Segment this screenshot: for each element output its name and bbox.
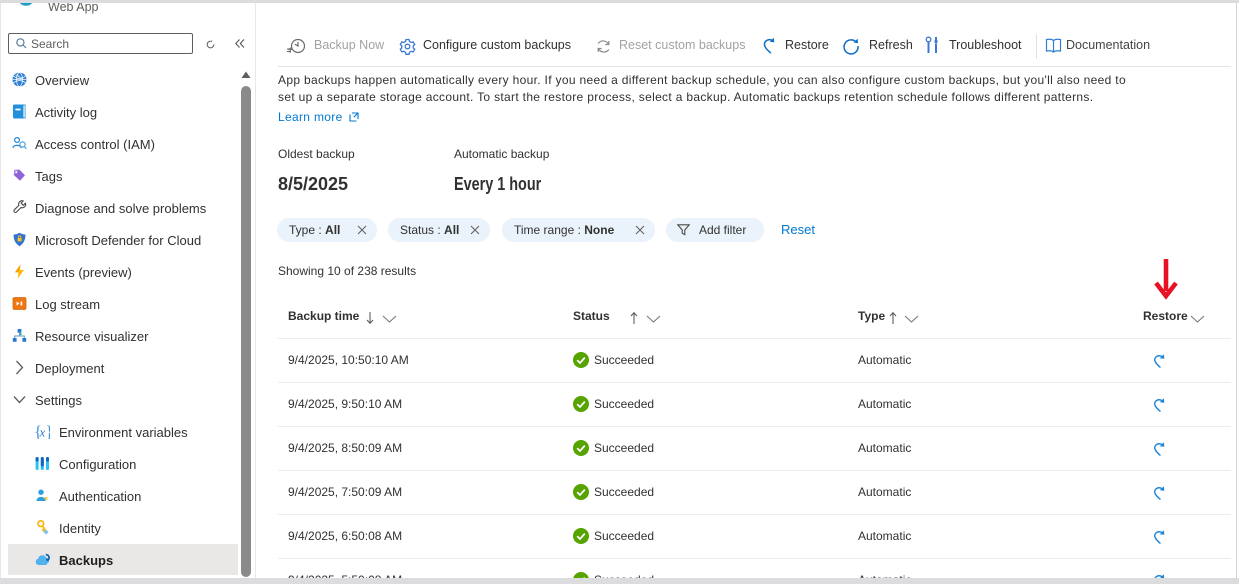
svg-text:x: x bbox=[39, 425, 46, 440]
svg-text:}: } bbox=[46, 424, 51, 439]
